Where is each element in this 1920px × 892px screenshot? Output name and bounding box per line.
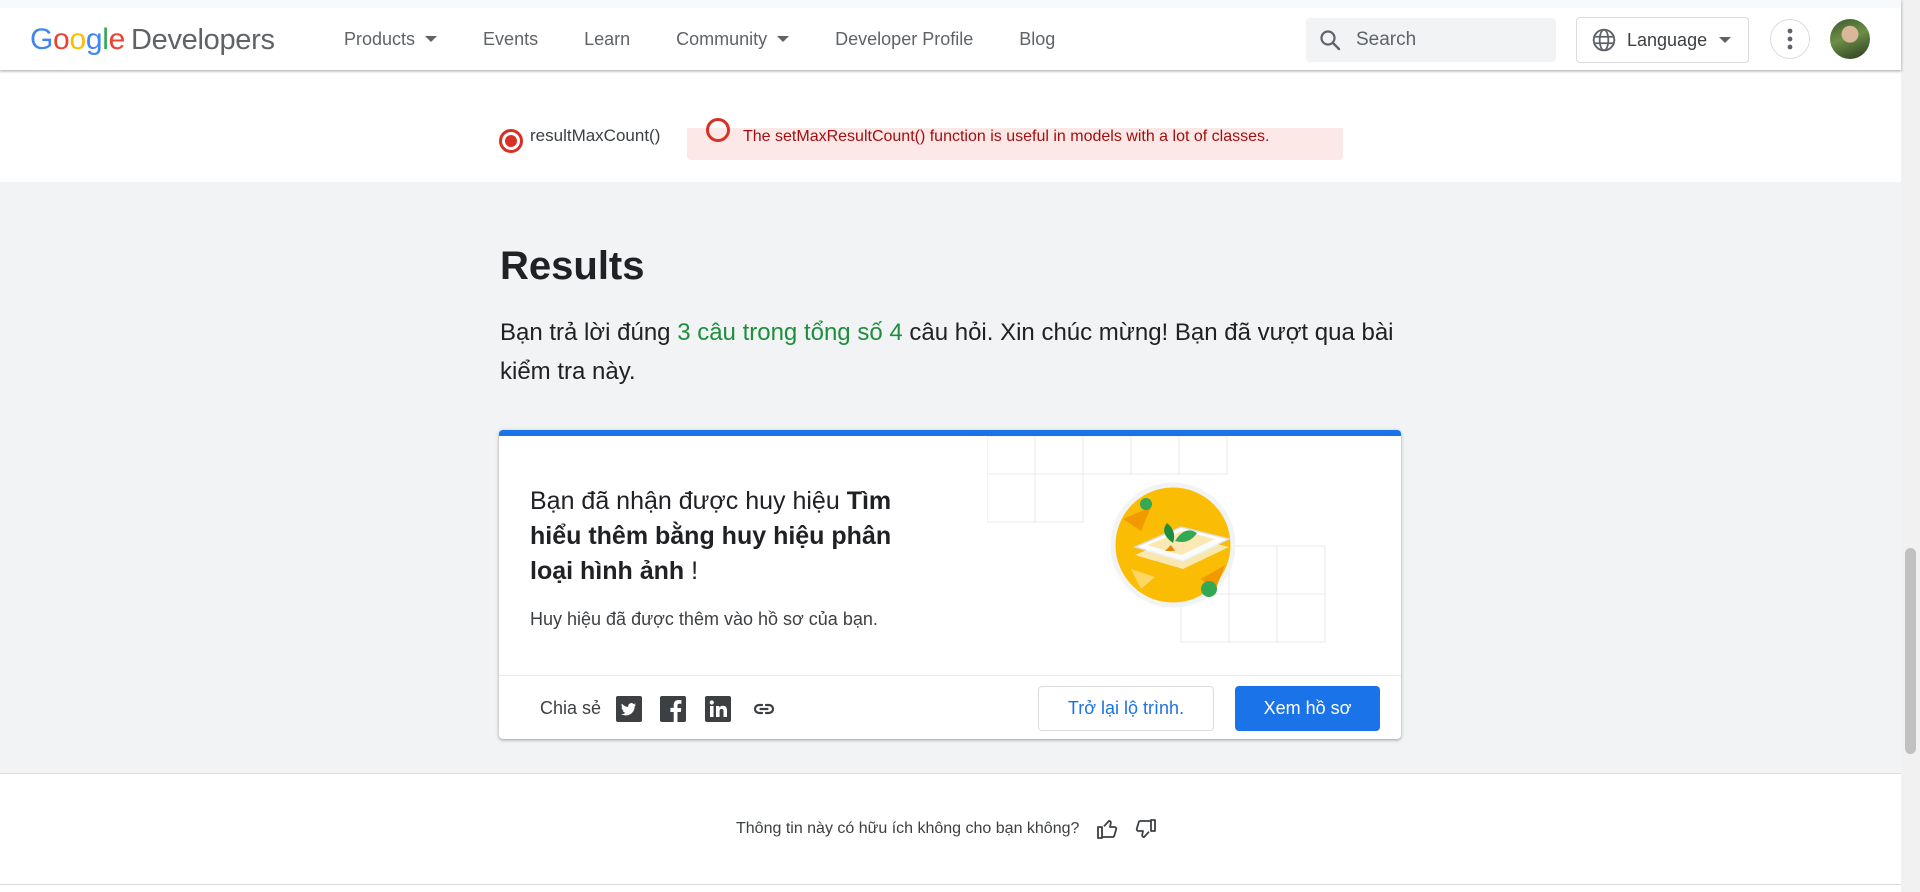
nav-developer-profile[interactable]: Developer Profile (812, 8, 996, 70)
logo-letter: e (108, 23, 126, 56)
thumb-up-icon[interactable] (1096, 817, 1120, 841)
error-text: The setMaxResultCount() function is usef… (743, 128, 1270, 145)
results-summary: Bạn trả lời đúng 3 câu trong tổng số 4 c… (500, 313, 1400, 391)
selected-radio (499, 129, 523, 153)
search-icon (1320, 30, 1341, 51)
results-title: Results (500, 244, 645, 288)
logo-letter: g (85, 23, 103, 56)
chevron-down-icon (425, 36, 438, 42)
nav-events[interactable]: Events (460, 8, 561, 70)
nav-label: Developer Profile (835, 28, 974, 49)
search-input[interactable]: Search (1306, 18, 1556, 62)
results-section: Results Bạn trả lời đúng 3 câu trong tổn… (0, 182, 1901, 774)
badge-heading: Bạn đã nhận được huy hiệu Tìm hiểu thêm … (530, 484, 910, 589)
thumb-down-icon[interactable] (1133, 817, 1157, 841)
nav-label: Blog (1019, 28, 1056, 49)
more-vert-icon (1787, 28, 1793, 50)
page: Go o g l e Developers Products Events Learn C… (0, 0, 1920, 892)
score-highlight: 3 câu trong tổng số 4 (677, 319, 903, 346)
search-placeholder: Search (1356, 29, 1417, 50)
badge-subtext: Huy hiệu đã được thêm vào hồ sơ của bạn. (530, 609, 878, 629)
summary-prefix: Bạn trả lời đúng (500, 319, 678, 346)
nav-products[interactable]: Products (344, 8, 460, 70)
nav-label: Community (676, 28, 768, 49)
linkedin-icon[interactable] (705, 696, 731, 722)
logo-letter: G (30, 23, 54, 56)
globe-icon (1592, 28, 1616, 52)
badge-heading-prefix: Bạn đã nhận được huy hiệu (530, 487, 847, 515)
page-feedback: Thông tin này có hữu ích không cho bạn k… (0, 775, 1901, 885)
google-developers-logo[interactable]: Go o g l e Developers (30, 23, 275, 57)
nav-label: Events (483, 28, 539, 49)
top-app-bar: Go o g l e Developers Products Events Learn C… (0, 0, 1901, 70)
badge-heading-suffix: ! (684, 557, 699, 585)
share-label: Chia sẻ (540, 698, 602, 718)
facebook-icon[interactable] (660, 696, 686, 722)
logo-letter: o (53, 23, 70, 56)
nav-community[interactable]: Community (653, 8, 812, 70)
scrollbar-thumb[interactable] (1905, 548, 1916, 754)
feedback-question: Thông tin này có hữu ích không cho bạn k… (736, 820, 1080, 837)
main-nav: Products Events Learn Community Develope… (344, 8, 1078, 70)
nav-blog[interactable]: Blog (996, 8, 1078, 70)
twitter-icon[interactable] (616, 696, 642, 722)
link-icon[interactable] (751, 696, 777, 722)
chevron-down-icon (777, 36, 790, 42)
nav-label: Products (344, 28, 416, 49)
language-label: Language (1627, 29, 1708, 50)
nav-learn[interactable]: Learn (561, 8, 653, 70)
view-profile-button[interactable]: Xem hồ sơ (1235, 686, 1380, 731)
chevron-down-icon (1719, 37, 1732, 43)
badge-card-footer: Chia sẻ Trở lại lộ trình. Xem hồ sơ (499, 675, 1401, 739)
logo-letter: o (69, 23, 86, 56)
language-selector[interactable]: Language (1576, 17, 1749, 63)
option-label: resultMaxCount() (530, 126, 661, 145)
nav-label: Learn (584, 28, 631, 49)
logo-suffix: Developers (130, 24, 275, 56)
badge-card: Bạn đã nhận được huy hiệu Tìm hiểu thêm … (499, 430, 1401, 739)
incorrect-answer-banner: The setMaxResultCount() function is usef… (687, 118, 1343, 160)
previous-question: resultMaxCount() The setMaxResultCount()… (0, 70, 1901, 182)
avatar[interactable] (1830, 19, 1870, 59)
back-to-pathway-button[interactable]: Trở lại lộ trình. (1038, 686, 1214, 731)
badge-illustration (1111, 482, 1236, 608)
error-icon (706, 118, 730, 142)
more-options-button[interactable] (1770, 19, 1810, 59)
scrollbar-track[interactable] (1901, 0, 1920, 892)
